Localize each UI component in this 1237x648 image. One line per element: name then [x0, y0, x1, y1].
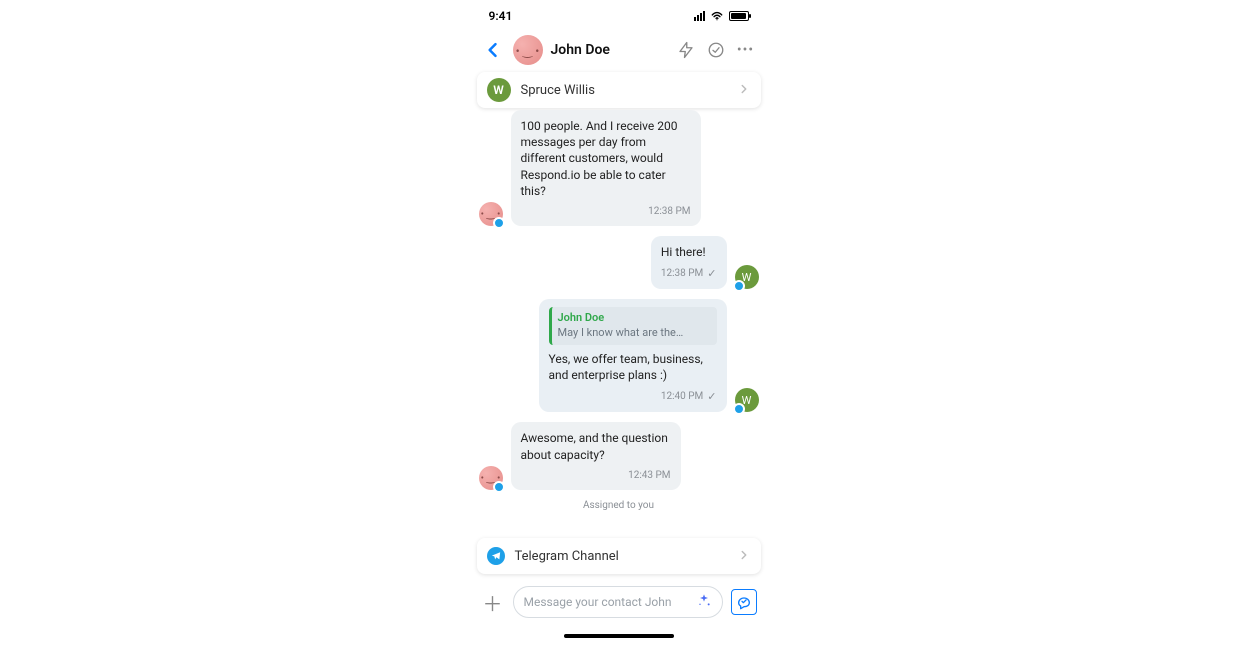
- message-outgoing: Hi there! 12:38 PM ✓ W: [479, 236, 759, 289]
- contact-avatar[interactable]: • ‿ •: [513, 35, 543, 65]
- contact-title[interactable]: John Doe: [551, 42, 667, 58]
- assigned-label: Assigned to you: [479, 500, 759, 511]
- chevron-right-icon: [737, 81, 751, 100]
- quoted-reply-name: John Doe: [558, 311, 711, 326]
- composer: ＋ Message your contact John: [471, 582, 767, 628]
- phone-frame: 9:41 • ‿ • John Doe ••• W Spruce Willis: [471, 4, 767, 644]
- sent-check-icon: ✓: [707, 267, 716, 282]
- message-outgoing: John Doe May I know what are the… Yes, w…: [479, 299, 759, 412]
- message-bubble[interactable]: 100 people. And I receive 200 messages p…: [511, 110, 701, 226]
- message-bubble[interactable]: Hi there! 12:38 PM ✓: [651, 236, 727, 289]
- message-time: 12:38 PM: [648, 205, 690, 219]
- message-text: Hi there!: [661, 244, 717, 260]
- cellular-signal-icon: [694, 11, 705, 21]
- quoted-reply-text: May I know what are the…: [558, 326, 698, 341]
- attach-button[interactable]: ＋: [481, 590, 505, 614]
- quoted-reply[interactable]: John Doe May I know what are the…: [549, 307, 717, 345]
- message-time: 12:40 PM: [661, 390, 703, 404]
- telegram-icon: [487, 547, 505, 565]
- message-input[interactable]: Message your contact John: [513, 586, 723, 618]
- quick-reply-button[interactable]: [731, 589, 757, 615]
- check-circle-icon[interactable]: [705, 39, 727, 61]
- chevron-right-icon: [737, 547, 751, 566]
- telegram-badge-icon: [733, 403, 745, 415]
- telegram-badge-icon: [493, 481, 505, 493]
- message-time: 12:43 PM: [628, 469, 670, 483]
- channel-name: Telegram Channel: [515, 549, 727, 564]
- message-text: 100 people. And I receive 200 messages p…: [521, 118, 691, 199]
- message-incoming: 100 people. And I receive 200 messages p…: [479, 110, 759, 226]
- ai-assist-icon[interactable]: [696, 593, 712, 612]
- assignee-avatar: W: [487, 78, 511, 102]
- message-bubble[interactable]: Awesome, and the question about capacity…: [511, 422, 681, 490]
- chat-scroll[interactable]: 100 people. And I receive 200 messages p…: [471, 108, 767, 526]
- bolt-icon[interactable]: [675, 39, 697, 61]
- bottom-section: Telegram Channel ＋ Message your contact …: [471, 534, 767, 644]
- telegram-badge-icon: [493, 217, 505, 229]
- message-input-placeholder: Message your contact John: [524, 595, 690, 609]
- message-incoming: Awesome, and the question about capacity…: [479, 422, 759, 490]
- conversation-header: • ‿ • John Doe •••: [471, 28, 767, 72]
- sent-check-icon: ✓: [707, 390, 716, 405]
- home-indicator: [471, 628, 767, 644]
- message-text: Yes, we offer team, business, and enterp…: [549, 351, 717, 383]
- telegram-badge-icon: [733, 280, 745, 292]
- back-button[interactable]: [481, 38, 505, 62]
- status-bar: 9:41: [471, 4, 767, 28]
- message-text: Awesome, and the question about capacity…: [521, 430, 671, 462]
- assignee-card[interactable]: W Spruce Willis: [477, 72, 761, 108]
- assignee-name: Spruce Willis: [521, 83, 727, 98]
- status-time: 9:41: [489, 9, 513, 23]
- message-bubble[interactable]: John Doe May I know what are the… Yes, w…: [539, 299, 727, 412]
- battery-icon: [729, 11, 749, 21]
- message-time: 12:38 PM: [661, 267, 703, 281]
- status-indicators: [694, 9, 749, 23]
- channel-selector[interactable]: Telegram Channel: [477, 538, 761, 574]
- wifi-icon: [710, 9, 724, 23]
- more-icon[interactable]: •••: [735, 39, 757, 61]
